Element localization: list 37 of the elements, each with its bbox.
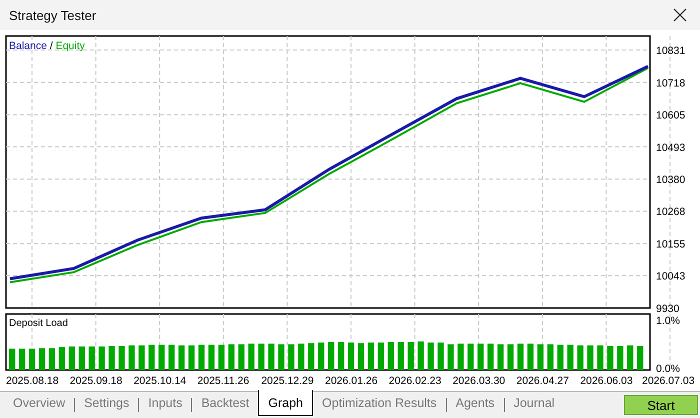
x-axis-label: 2025.09.18 [70, 375, 122, 387]
close-icon [673, 8, 687, 22]
tab[interactable]: Backtest [192, 392, 258, 414]
tab[interactable]: Agents [446, 392, 504, 414]
y-axis-label: 10831 [656, 45, 686, 57]
x-axis-label: 2026.07.03 [642, 375, 695, 387]
y-axis-label: 10718 [656, 77, 686, 90]
x-axis-label: 2026.04.27 [516, 375, 569, 387]
x-axis-label: 2026.03.30 [452, 375, 506, 387]
window-title: Strategy Tester [9, 8, 96, 22]
y-axis-label: 10605 [656, 110, 686, 122]
y-axis-label: 10155 [656, 238, 686, 251]
y-axis-label: 10380 [656, 174, 686, 186]
x-axis-label: 2026.06.03 [580, 375, 633, 387]
tab[interactable]: Graph [258, 390, 314, 416]
tab[interactable]: Journal [504, 392, 564, 414]
tab[interactable]: Inputs [139, 392, 192, 414]
x-axis-label: 2026.02.23 [388, 375, 442, 387]
x-axis-label: 2025.12.29 [261, 375, 314, 387]
x-axis-label: 2025.08.18 [6, 375, 59, 387]
x-axis-label: 2025.10.14 [134, 375, 186, 387]
y-axis-label: 9930 [656, 303, 680, 315]
y-axis-label: 10043 [656, 270, 686, 283]
tab[interactable]: Optimization Results [313, 392, 446, 414]
panel-axis-label: 1.0% [656, 315, 680, 327]
legend-label: Equity [56, 40, 85, 52]
tab[interactable]: Settings [75, 392, 138, 414]
panel-title: Deposit Load [9, 318, 68, 329]
y-axis-label: 10493 [656, 142, 686, 154]
start-button[interactable]: Start [624, 395, 698, 415]
y-axis-label: 10268 [656, 206, 686, 218]
panel-axis-label: 0.0% [656, 363, 680, 375]
legend-label: Balance [9, 40, 47, 52]
legend-separator: / [50, 40, 53, 52]
x-axis-label: 2026.01.26 [325, 375, 378, 387]
x-axis-label: 2025.11.26 [197, 375, 250, 387]
tab[interactable]: Overview [4, 392, 74, 414]
